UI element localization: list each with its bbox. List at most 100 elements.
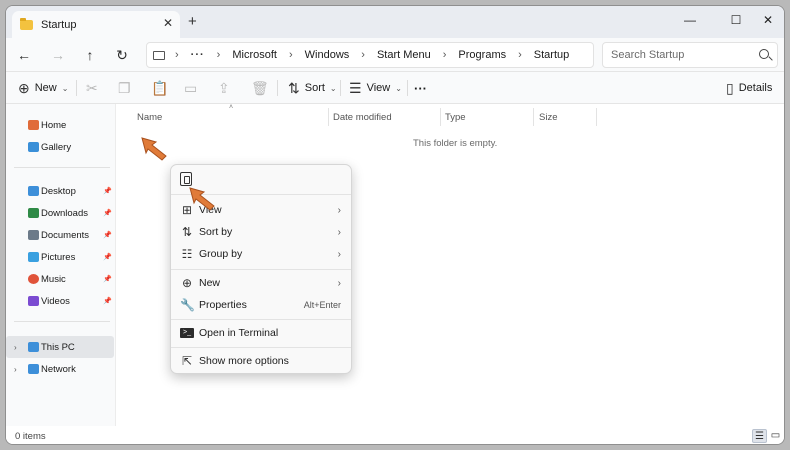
menu-item-label: Properties — [199, 299, 247, 311]
column-header-date[interactable]: Date modified — [333, 112, 392, 123]
chevron-right-icon: › — [337, 204, 341, 216]
menu-item-label: Open in Terminal — [199, 327, 279, 339]
sidebar-item-label: Music — [41, 273, 66, 285]
details-button[interactable]: ▯ Details — [726, 78, 772, 98]
navigation-pane: Home Gallery Desktop 📌 Downloads 📌 Docum… — [6, 104, 116, 426]
sidebar-item-videos[interactable]: Videos 📌 — [6, 290, 114, 312]
menu-item-group-by[interactable]: ☷ Group by › — [171, 243, 351, 265]
sort-icon: ⇅ — [288, 79, 300, 96]
file-explorer-window: Startup ✕ + — ☐ ✕ ← → ↑ ↻ › ··· › Micros… — [5, 5, 785, 445]
menu-item-label: Group by — [199, 248, 243, 260]
back-arrow-icon[interactable]: ← — [14, 45, 34, 65]
menu-item-open-in-terminal[interactable]: >_ Open in Terminal — [171, 322, 351, 344]
sidebar-item-label: Downloads — [41, 207, 88, 219]
chevron-down-icon: ⌄ — [395, 83, 402, 93]
breadcrumb-more[interactable]: ··· — [191, 49, 205, 61]
breadcrumb-item[interactable]: Startup — [534, 49, 569, 61]
rename-button[interactable]: ▭ — [184, 78, 202, 98]
column-header-size[interactable]: Size — [539, 112, 557, 123]
sidebar-item-pictures[interactable]: Pictures 📌 — [6, 246, 114, 268]
breadcrumb-item[interactable]: Windows — [305, 49, 350, 61]
this-pc-icon — [153, 50, 165, 60]
menu-item-sort-by[interactable]: ⇅ Sort by › — [171, 221, 351, 243]
up-arrow-icon[interactable]: ↑ — [80, 45, 100, 65]
chevron-right-icon[interactable]: › — [14, 365, 17, 374]
sidebar-item-music[interactable]: Music 📌 — [6, 268, 114, 290]
menu-item-new[interactable]: ⊕ New › — [171, 272, 351, 294]
group-icon: ☷ — [181, 247, 193, 261]
view-label: View — [366, 82, 391, 94]
copy-icon: ❐ — [118, 79, 131, 96]
wrench-icon: 🔧 — [180, 298, 195, 312]
sort-label: Sort — [304, 82, 325, 94]
sidebar-item-desktop[interactable]: Desktop 📌 — [6, 180, 114, 202]
this-pc-icon — [28, 342, 39, 352]
view-button[interactable]: ☰ View ⌄ — [349, 78, 402, 98]
chevron-right-icon[interactable]: › — [14, 343, 17, 352]
tab-title: Startup — [41, 18, 77, 31]
copy-button[interactable]: ❐ — [118, 78, 136, 98]
tiles-view-icon[interactable]: ▭ — [768, 429, 783, 443]
documents-icon — [28, 230, 39, 240]
paste-button[interactable]: 📋 — [151, 78, 173, 98]
chevron-down-icon: ⌄ — [329, 83, 337, 93]
videos-icon — [28, 296, 39, 306]
breadcrumb-item[interactable]: Microsoft — [232, 49, 277, 61]
sidebar-item-this-pc[interactable]: › This PC — [6, 336, 114, 358]
new-button[interactable]: ⊕ New ⌄ — [18, 78, 68, 98]
column-header-name[interactable]: Name — [137, 112, 162, 123]
sort-button[interactable]: ⇅ Sort ⌄ — [288, 78, 337, 98]
sidebar-item-label: Network — [41, 363, 76, 375]
sort-icon: ⇅ — [181, 225, 193, 239]
share-button[interactable]: ⇪ — [218, 78, 235, 98]
forward-arrow-icon[interactable]: → — [48, 45, 68, 65]
minimize-button[interactable]: — — [674, 10, 706, 30]
breadcrumb-item[interactable]: Start Menu — [377, 49, 431, 61]
pin-icon: 📌 — [103, 232, 112, 239]
chevron-right-icon: › — [337, 226, 341, 238]
sidebar-item-documents[interactable]: Documents 📌 — [6, 224, 114, 246]
search-icon — [759, 49, 769, 59]
cut-button[interactable]: ✂ — [86, 78, 103, 98]
column-header-type[interactable]: Type — [445, 112, 466, 123]
orange-arrow-cursor-icon — [141, 137, 167, 161]
maximize-button[interactable]: ☐ — [720, 10, 752, 30]
tab-startup[interactable]: Startup ✕ — [12, 11, 180, 38]
sidebar-item-gallery[interactable]: Gallery — [6, 136, 114, 158]
chevron-down-icon: ⌄ — [61, 83, 69, 93]
network-icon — [28, 364, 39, 374]
new-label: New — [34, 82, 57, 94]
sidebar-item-label: Home — [41, 119, 67, 131]
folder-icon — [20, 17, 33, 30]
music-icon — [28, 274, 39, 284]
delete-button[interactable]: 🗑 — [251, 78, 274, 98]
refresh-icon[interactable]: ↻ — [112, 45, 132, 65]
menu-item-properties[interactable]: 🔧 Properties Alt+Enter — [171, 294, 351, 316]
tab-close-icon[interactable]: ✕ — [163, 16, 173, 30]
more-options-button[interactable]: ··· — [414, 78, 427, 98]
sort-ascending-icon: ˄ — [229, 104, 234, 111]
pin-icon: 📌 — [103, 298, 112, 305]
breadcrumb[interactable]: › ··· › Microsoft › Windows › Start Menu… — [146, 42, 594, 68]
share-icon: ⇪ — [218, 79, 230, 96]
pin-icon: 📌 — [103, 254, 112, 261]
sidebar-item-network[interactable]: › Network — [6, 358, 114, 380]
breadcrumb-item[interactable]: Programs — [458, 49, 506, 61]
plus-circle-icon: ⊕ — [18, 79, 30, 96]
new-tab-button[interactable]: + — [188, 14, 197, 29]
menu-item-show-more-options[interactable]: ⇱ Show more options — [171, 350, 351, 372]
paste-icon[interactable] — [180, 172, 192, 186]
sidebar-item-label: This PC — [41, 341, 75, 353]
search-input[interactable]: Search Startup — [602, 42, 778, 68]
sidebar-item-downloads[interactable]: Downloads 📌 — [6, 202, 114, 224]
address-bar: ← → ↑ ↻ › ··· › Microsoft › Windows › St… — [6, 38, 784, 72]
sidebar-item-label: Pictures — [41, 251, 76, 263]
close-button[interactable]: ✕ — [752, 10, 784, 30]
trash-icon: 🗑 — [251, 79, 269, 96]
sidebar-item-home[interactable]: Home — [6, 114, 114, 136]
menu-item-label: Show more options — [199, 355, 289, 367]
details-view-icon[interactable]: ☰ — [752, 429, 767, 443]
sidebar-item-label: Documents — [41, 229, 90, 241]
menu-item-label: Sort by — [199, 226, 233, 238]
command-bar: ⊕ New ⌄ ✂ ❐ 📋 ▭ ⇪ 🗑 ⇅ Sort ⌄ ☰ View ⌄ ··… — [6, 72, 784, 104]
